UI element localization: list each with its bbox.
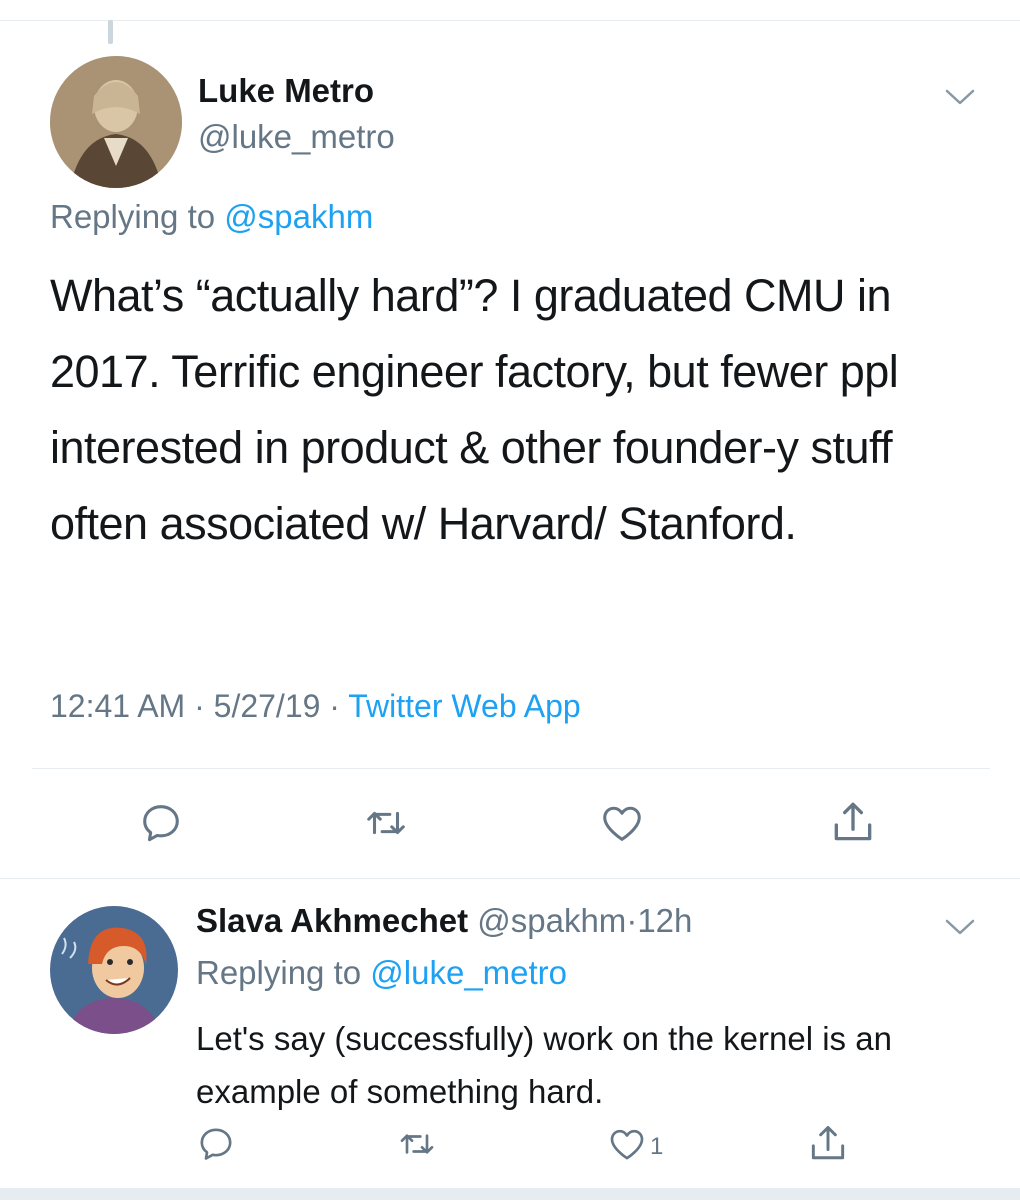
thread-connector — [108, 20, 113, 44]
tweet-divider — [0, 878, 1020, 879]
replying-to: Replying to @luke_metro — [196, 954, 567, 992]
retweet-button[interactable] — [362, 800, 410, 851]
replying-to-label: Replying to — [196, 954, 362, 991]
reply-icon — [196, 1124, 236, 1169]
share-button[interactable] — [806, 1122, 850, 1171]
replying-to-label: Replying to — [50, 198, 216, 235]
bottom-divider — [0, 1188, 1020, 1200]
replying-to-handle[interactable]: @luke_metro — [370, 954, 567, 991]
share-icon — [828, 798, 878, 853]
chevron-down-icon[interactable] — [944, 918, 976, 941]
author-name[interactable]: Luke Metro — [198, 72, 374, 110]
replying-to-handle[interactable]: @spakhm — [224, 198, 373, 235]
meta-separator: · — [626, 902, 638, 939]
chevron-down-icon[interactable] — [944, 88, 976, 111]
reply-text: Let's say (successfully) work on the ker… — [196, 1020, 892, 1110]
meta-separator: · — [194, 688, 205, 724]
retweet-button[interactable] — [396, 1124, 438, 1169]
avatar[interactable] — [50, 906, 178, 1034]
like-button[interactable]: 1 — [606, 1124, 663, 1169]
tweet-time[interactable]: 12:41 AM — [50, 688, 185, 724]
reply-button[interactable] — [138, 800, 184, 851]
share-icon — [806, 1122, 850, 1171]
like-button[interactable] — [598, 800, 646, 851]
author-handle[interactable]: @spakhm — [477, 902, 626, 939]
reply-header: Slava Akhmechet @spakhm·12h — [196, 902, 692, 940]
tweet-date[interactable]: 5/27/19 — [214, 688, 321, 724]
meta-separator: · — [329, 688, 340, 724]
retweet-icon — [396, 1124, 438, 1169]
tweet-source[interactable]: Twitter Web App — [348, 688, 580, 724]
replying-to: Replying to @spakhm — [50, 198, 373, 236]
reply-button[interactable] — [196, 1124, 236, 1169]
tweet-age[interactable]: 12h — [637, 902, 692, 939]
retweet-icon — [362, 800, 410, 851]
author-name[interactable]: Slava Akhmechet — [196, 902, 468, 939]
avatar[interactable] — [50, 56, 182, 188]
top-divider — [0, 20, 1020, 21]
like-count: 1 — [650, 1132, 664, 1160]
like-icon — [606, 1124, 648, 1169]
like-icon — [598, 800, 646, 851]
author-handle[interactable]: @luke_metro — [198, 118, 395, 156]
meta-divider — [32, 768, 990, 769]
share-button[interactable] — [828, 798, 878, 853]
tweet-text: What’s “actually hard”? I graduated CMU … — [50, 270, 899, 549]
reply-icon — [138, 800, 184, 851]
tweet-meta: 12:41 AM · 5/27/19 · Twitter Web App — [50, 688, 581, 725]
